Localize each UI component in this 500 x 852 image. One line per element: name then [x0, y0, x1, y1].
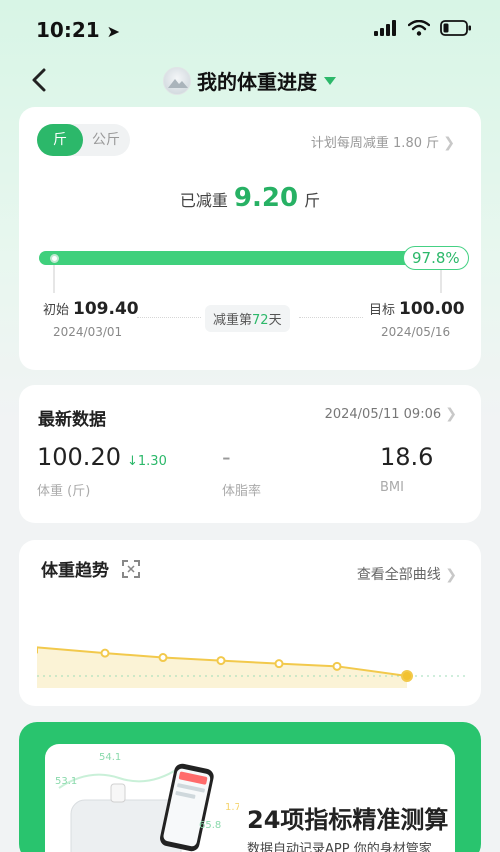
- promo-subtitle: 数据自动记录APP 你的身材管家: [247, 842, 432, 852]
- promo-banner[interactable]: 53.1 54.1 65.8 1.7 24项指标精准测算 数据自动记录APP 你…: [19, 722, 481, 852]
- dotted-divider-right: [299, 317, 363, 318]
- start-weight-value: 109.40: [73, 299, 139, 319]
- mountain-image-icon: [168, 78, 188, 88]
- trend-point: [216, 656, 226, 666]
- scale-illustration: 53.1 54.1 65.8 1.7: [55, 752, 239, 852]
- trend-card[interactable]: 体重趋势 查看全部曲线 ❯: [19, 540, 481, 706]
- trend-title: 体重趋势: [41, 561, 109, 581]
- progress-percent-badge: 97.8%: [403, 246, 469, 270]
- signal-icon: [374, 20, 396, 36]
- weight-metric: 100.20 ↓1.30: [37, 443, 167, 471]
- dotted-divider-left: [137, 317, 201, 318]
- weekly-plan-text: 计划每周减重 1.80 斤: [310, 136, 440, 151]
- trend-point: [158, 653, 168, 663]
- latest-data-link[interactable]: 2024/05/11 09:06 ❯: [325, 406, 457, 422]
- progress-bar: [39, 251, 439, 265]
- bmi-value: 18.6: [380, 443, 434, 471]
- unit-kg-tab[interactable]: 公斤: [83, 124, 129, 156]
- start-weight-label: 初始: [43, 303, 70, 318]
- weight-delta: ↓1.30: [127, 454, 167, 469]
- expand-icon[interactable]: [121, 559, 141, 579]
- deco-number-1: 53.1: [55, 776, 77, 787]
- unit-toggle[interactable]: 斤 公斤: [37, 124, 130, 156]
- start-date: 2024/03/01: [53, 325, 123, 339]
- goal-weight: 目标 100.00: [369, 299, 465, 319]
- promo-title: 24项指标精准测算: [247, 806, 449, 834]
- unit-jin-tab[interactable]: 斤: [37, 124, 83, 156]
- page-title: 我的体重进度: [197, 70, 317, 94]
- trend-point: [100, 648, 110, 658]
- weight-value: 100.20: [37, 443, 121, 471]
- chevron-right-icon: ❯: [445, 567, 457, 583]
- battery-icon: [440, 20, 471, 36]
- promo-inner: 53.1 54.1 65.8 1.7 24项指标精准测算 数据自动记录APP 你…: [45, 744, 455, 852]
- view-all-curves-text: 查看全部曲线: [356, 567, 441, 583]
- deco-number-2: 54.1: [99, 752, 121, 763]
- weight-delta-value: 1.30: [137, 454, 167, 469]
- status-time-text: 10:21: [36, 18, 100, 42]
- caret-down-icon: [324, 76, 336, 85]
- bmi-label: BMI: [380, 480, 404, 495]
- latest-data-title: 最新数据: [38, 410, 106, 430]
- progress-card: 斤 公斤 计划每周减重 1.80 斤 ❯ 已减重 9.20 斤 97.8% 初始 10…: [19, 107, 481, 370]
- days-suffix: 天: [268, 313, 282, 328]
- trend-chart: [37, 646, 467, 688]
- location-arrow-icon: ➤: [106, 22, 121, 41]
- wifi-icon: [408, 20, 430, 36]
- days-value: 72: [252, 313, 269, 328]
- status-icons: [374, 20, 472, 36]
- latest-datetime: 2024/05/11 09:06: [324, 407, 442, 422]
- days-prefix: 减重第: [213, 313, 253, 328]
- goal-weight-value: 100.00: [399, 299, 465, 319]
- start-weight: 初始 109.40: [43, 299, 139, 319]
- goal-marker-line: [440, 267, 442, 293]
- latest-data-card[interactable]: 最新数据 2024/05/11 09:06 ❯ 100.20 ↓1.30 体重 (…: [19, 385, 481, 523]
- weight-lost-value: 9.20: [233, 183, 299, 213]
- deco-number-4: 1.7: [225, 802, 239, 813]
- weight-lost-summary: 已减重 9.20 斤: [19, 183, 481, 213]
- deco-number-3: 65.8: [199, 820, 221, 831]
- trend-point: [274, 659, 284, 669]
- progress-bar-fill: [39, 251, 431, 265]
- start-dot: [50, 254, 59, 263]
- weight-label: 体重 (斤): [37, 484, 91, 499]
- goal-date: 2024/05/16: [381, 325, 451, 339]
- bodyfat-value: -: [222, 443, 231, 471]
- days-counter: 减重第72天: [205, 305, 290, 332]
- nav-title-selector[interactable]: 我的体重进度: [0, 66, 500, 95]
- chevron-right-icon: ❯: [445, 406, 457, 422]
- weight-lost-label: 已减重: [179, 191, 228, 210]
- weekly-plan-link[interactable]: 计划每周减重 1.80 斤 ❯: [311, 132, 455, 151]
- view-all-curves-link[interactable]: 查看全部曲线 ❯: [357, 564, 457, 584]
- avatar: [163, 66, 191, 95]
- bodyfat-label: 体脂率: [222, 484, 262, 499]
- weight-lost-unit: 斤: [304, 191, 321, 210]
- trend-point: [332, 661, 342, 671]
- trend-point: [401, 670, 413, 682]
- chevron-right-icon: ❯: [443, 135, 455, 151]
- trend-header: 体重趋势: [41, 556, 141, 581]
- arrow-down-icon: ↓: [126, 454, 138, 469]
- status-time: 10:21 ➤: [36, 18, 120, 42]
- goal-weight-label: 目标: [369, 303, 396, 318]
